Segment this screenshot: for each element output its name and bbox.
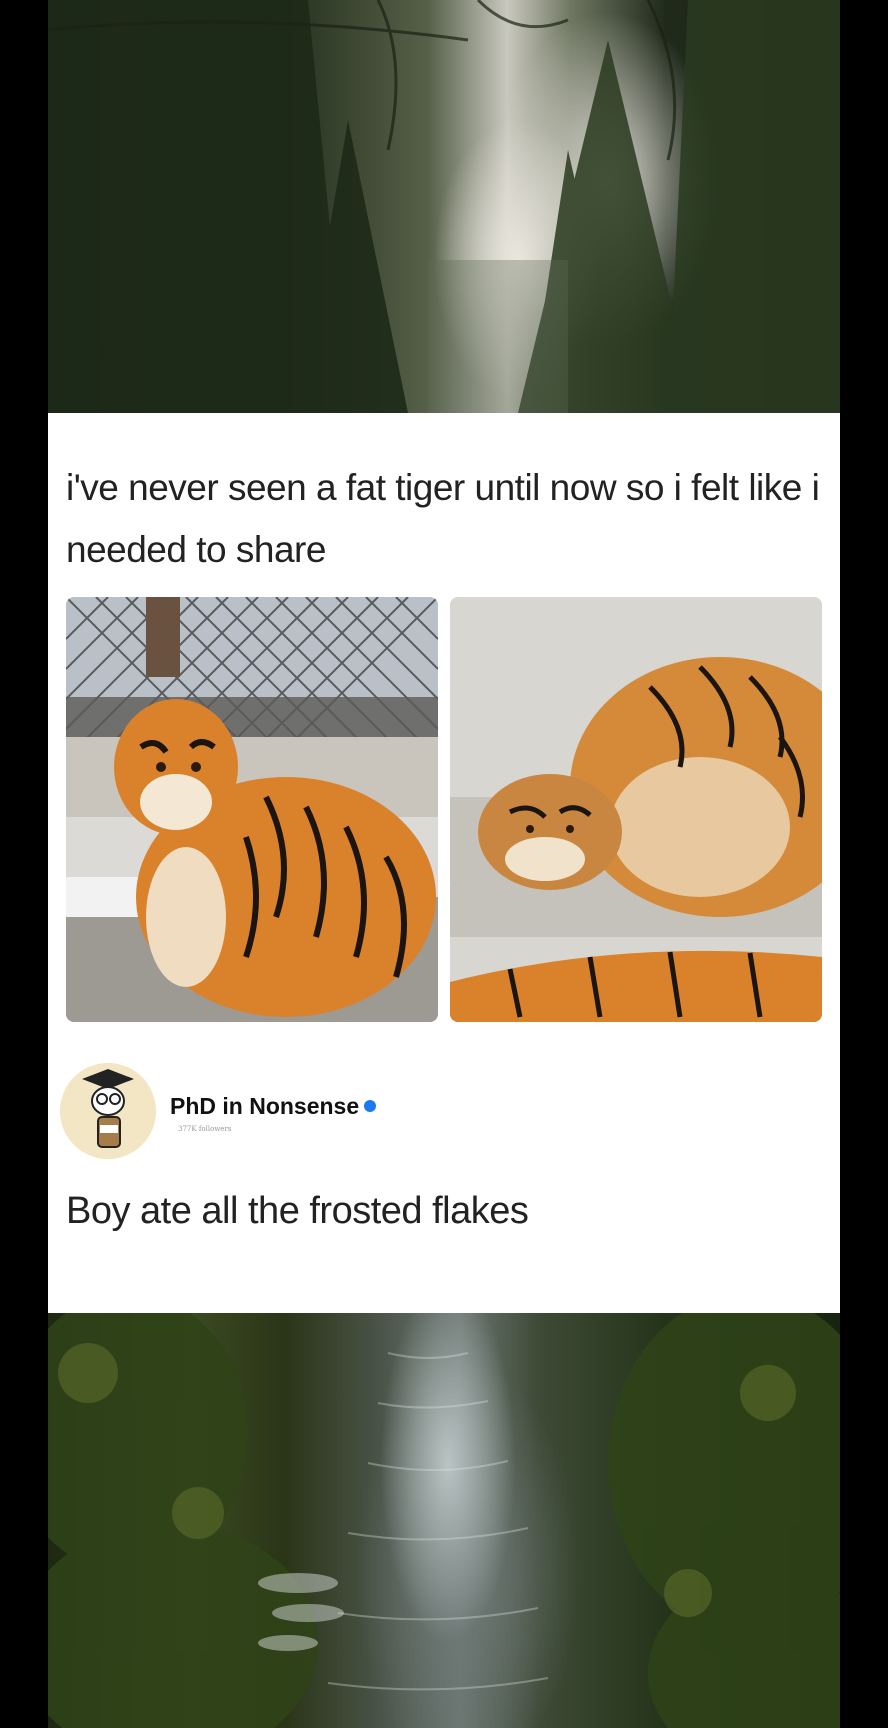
author-name[interactable]: PhD in Nonsense [170,1093,377,1120]
stream-background-image [48,1313,840,1728]
post-caption: i've never seen a fat tiger until now so… [66,467,820,570]
avatar[interactable] [60,1063,156,1159]
lying-tiger-photo [450,597,822,1022]
author-row[interactable]: PhD in Nonsense 377K followers [60,1063,760,1159]
post-card: i've never seen a fat tiger until now so… [48,413,840,1313]
sitting-tiger-photo [66,597,438,1022]
comment-text: Boy ate all the frosted flakes [66,1190,529,1232]
verified-badge-icon [364,1099,377,1112]
forest-background-image [48,0,840,413]
meme-frame: i've never seen a fat tiger until now so… [48,0,840,1728]
author-followers: 377K followers [178,1125,232,1133]
